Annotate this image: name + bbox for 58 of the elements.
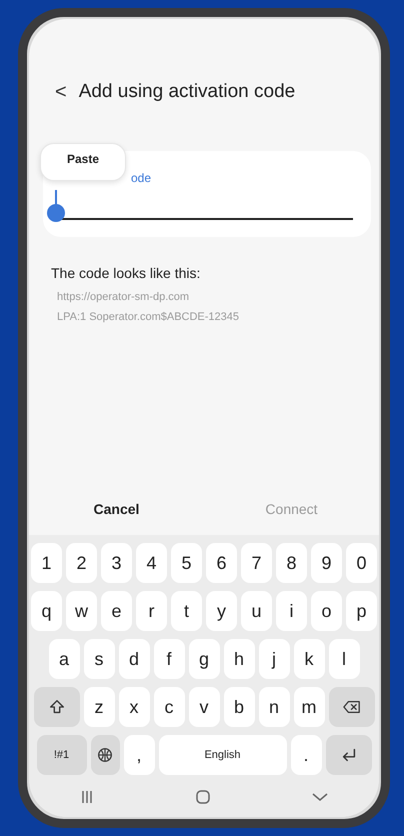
back-button[interactable]: < xyxy=(55,77,67,107)
keyboard-key[interactable]: 4 xyxy=(136,543,167,583)
space-key[interactable]: English xyxy=(158,735,286,775)
keyboard-key[interactable]: y xyxy=(206,591,237,631)
shift-icon xyxy=(48,698,66,716)
backspace-key[interactable] xyxy=(328,687,374,727)
keyboard-key[interactable]: c xyxy=(154,687,184,727)
keyboard-key[interactable]: l xyxy=(328,639,360,679)
keyboard-key[interactable]: m xyxy=(294,687,324,727)
keyboard-key[interactable]: g xyxy=(188,639,220,679)
hide-keyboard-icon[interactable] xyxy=(311,791,329,803)
keyboard-key[interactable]: 5 xyxy=(171,543,202,583)
keyboard-key[interactable]: 3 xyxy=(101,543,132,583)
keyboard-key[interactable]: p xyxy=(346,591,377,631)
keyboard-key[interactable]: r xyxy=(136,591,167,631)
keyboard-key[interactable]: , xyxy=(124,735,154,775)
keyboard-key[interactable]: j xyxy=(258,639,290,679)
keyboard-key[interactable]: q xyxy=(31,591,62,631)
keyboard-key[interactable]: 0 xyxy=(346,543,377,583)
keyboard-key[interactable]: v xyxy=(188,687,220,727)
keyboard-key[interactable]: s xyxy=(84,639,114,679)
backspace-icon xyxy=(342,698,360,716)
home-icon[interactable] xyxy=(195,789,211,805)
keyboard-key[interactable]: 2 xyxy=(66,543,97,583)
shift-key[interactable] xyxy=(34,687,80,727)
keyboard-key[interactable]: x xyxy=(118,687,150,727)
keyboard-key[interactable]: w xyxy=(66,591,97,631)
example-code: https://operator-sm-dp.com xyxy=(57,290,190,305)
keyboard-key[interactable]: o xyxy=(311,591,342,631)
globe-icon xyxy=(96,746,114,764)
keyboard-key[interactable]: b xyxy=(224,687,254,727)
keyboard-key[interactable]: 8 xyxy=(276,543,307,583)
keyboard-key[interactable]: n xyxy=(258,687,290,727)
hint-heading: The code looks like this: xyxy=(51,264,202,283)
keyboard-key[interactable]: . xyxy=(290,735,322,775)
keyboard-key[interactable]: 9 xyxy=(311,543,342,583)
keyboard-key[interactable]: d xyxy=(118,639,150,679)
field-label: ode xyxy=(131,170,152,187)
example-code: LPA:1 Soperator.com$ABCDE-12345 xyxy=(57,310,240,324)
keyboard-key[interactable]: i xyxy=(276,591,307,631)
keyboard-key[interactable]: f xyxy=(154,639,184,679)
keyboard-key[interactable]: e xyxy=(101,591,132,631)
keyboard-key[interactable]: h xyxy=(224,639,254,679)
symbols-key[interactable]: !#1 xyxy=(36,735,86,775)
keyboard-key[interactable]: z xyxy=(84,687,114,727)
keyboard-key[interactable]: 1 xyxy=(31,543,62,583)
language-key[interactable] xyxy=(90,735,120,775)
keyboard-key[interactable]: t xyxy=(171,591,202,631)
page-title: Add using activation code xyxy=(78,80,296,104)
keyboard-key[interactable]: 6 xyxy=(206,543,237,583)
action-button[interactable]: Cancel xyxy=(29,498,204,521)
keyboard-key[interactable]: u xyxy=(241,591,272,631)
paste-menu[interactable]: Paste xyxy=(40,143,126,181)
cursor-handle[interactable] xyxy=(47,204,65,222)
enter-key[interactable] xyxy=(326,735,372,775)
keyboard-key[interactable]: k xyxy=(294,639,324,679)
keyboard-key[interactable]: 7 xyxy=(241,543,272,583)
keyboard-key[interactable]: a xyxy=(48,639,80,679)
